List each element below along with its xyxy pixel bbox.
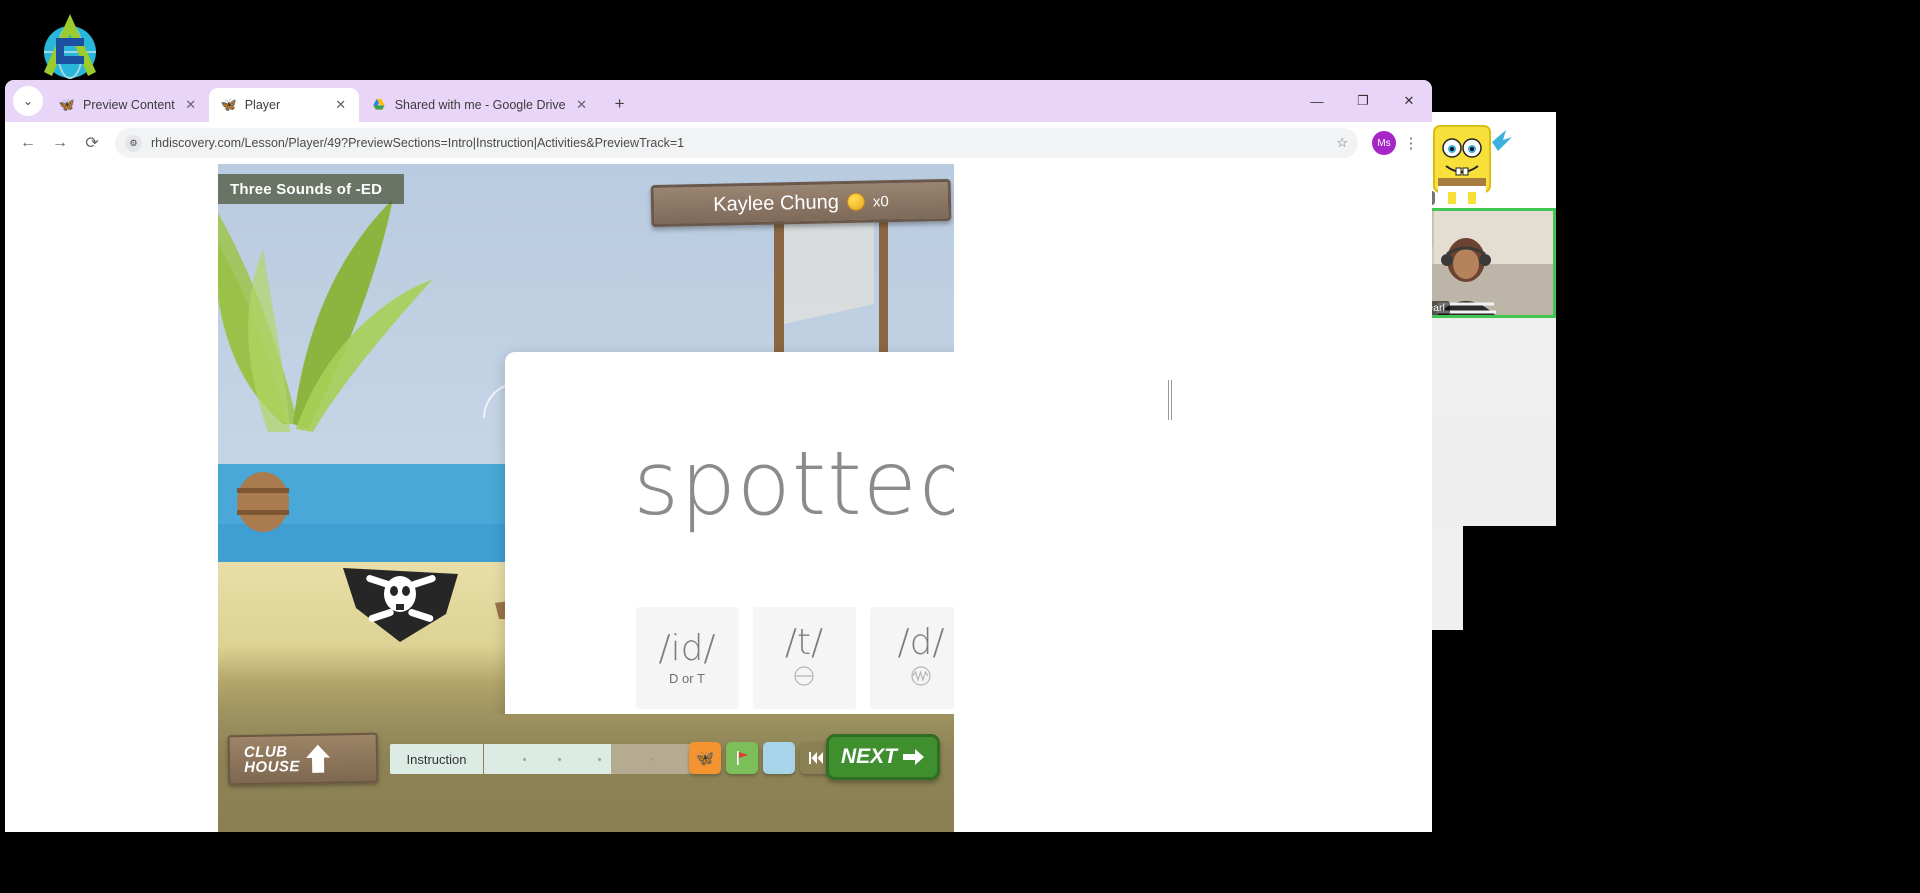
blank-button[interactable] bbox=[763, 742, 795, 774]
screen: ⌄ 🦋 Preview Content ✕ 🦋 Player ✕ Shared … bbox=[0, 0, 1920, 893]
reload-button[interactable]: ⟳ bbox=[77, 128, 107, 158]
coin-count: x0 bbox=[872, 192, 889, 210]
bookmark-star-icon[interactable]: ☆ bbox=[1336, 135, 1348, 151]
page-viewport: Three Sounds of -ED Kaylee Chung x0 spot… bbox=[5, 164, 1432, 832]
clubhouse-button[interactable]: CLUB HOUSE bbox=[227, 732, 379, 786]
tab-title: Preview Content bbox=[83, 98, 175, 112]
maximize-button[interactable]: ❐ bbox=[1340, 80, 1386, 122]
forward-button[interactable]: → bbox=[45, 128, 75, 158]
back-button[interactable]: ← bbox=[13, 128, 43, 158]
arrow-right-icon bbox=[903, 749, 924, 765]
close-icon[interactable]: ✕ bbox=[183, 97, 199, 113]
arrow-up-icon bbox=[305, 744, 330, 773]
close-icon[interactable]: ✕ bbox=[333, 97, 349, 113]
tab-strip: ⌄ 🦋 Preview Content ✕ 🦋 Player ✕ Shared … bbox=[5, 80, 1432, 122]
phoneme-choice-d[interactable]: /d/ bbox=[869, 607, 954, 709]
progress-track[interactable] bbox=[484, 744, 703, 774]
minimize-button[interactable]: — bbox=[1294, 80, 1340, 122]
phoneme-choice-t[interactable]: /t/ bbox=[752, 607, 856, 709]
tab-title: Player bbox=[244, 98, 281, 112]
next-button[interactable]: NEXT bbox=[826, 734, 940, 780]
butterfly-button[interactable]: 🦋 bbox=[689, 742, 721, 774]
window-controls: — ❐ ✕ bbox=[1294, 80, 1432, 122]
progress-dot bbox=[523, 757, 527, 761]
student-nameplate: Kaylee Chung x0 bbox=[650, 178, 952, 228]
lesson-card: spotted /id/ D or T /t/ /d/ bbox=[505, 352, 954, 714]
phoneme-sublabel: D or T bbox=[669, 670, 705, 686]
waveform-circle-icon bbox=[910, 665, 932, 692]
close-window-button[interactable]: ✕ bbox=[1386, 80, 1432, 122]
progress-dot bbox=[558, 757, 562, 761]
lesson-control-bar: CLUB HOUSE Instruction 🦋 NEXT bbox=[218, 714, 954, 832]
browser-toolbar: ← → ⟳ ⚙ rhdiscovery.com/Lesson/Player/49… bbox=[5, 122, 1432, 164]
progress-dot bbox=[597, 757, 601, 761]
pirate-flag-icon bbox=[343, 568, 458, 642]
site-info-icon[interactable]: ⚙ bbox=[125, 134, 142, 152]
lesson-progress-bar[interactable]: Instruction bbox=[390, 744, 703, 774]
phoneme-choice-id[interactable]: /id/ D or T bbox=[635, 607, 739, 709]
barrel-icon bbox=[237, 472, 289, 532]
phoneme-choices: /id/ D or T /t/ /d/ bbox=[505, 607, 954, 709]
tab-search-button[interactable]: ⌄ bbox=[13, 86, 43, 116]
lesson-title: Three Sounds of -ED bbox=[230, 180, 383, 198]
butterfly-icon: 🦋 bbox=[58, 97, 76, 112]
tab-preview-content[interactable]: 🦋 Preview Content ✕ bbox=[47, 88, 209, 122]
browser-window: ⌄ 🦋 Preview Content ✕ 🦋 Player ✕ Shared … bbox=[5, 80, 1432, 832]
tab-google-drive[interactable]: Shared with me - Google Drive ✕ bbox=[359, 88, 600, 122]
close-icon[interactable]: ✕ bbox=[574, 97, 590, 113]
phoneme-label: /t/ bbox=[784, 621, 824, 663]
url-text[interactable]: rhdiscovery.com/Lesson/Player/49?Preview… bbox=[151, 136, 1327, 150]
chevron-down-icon: ⌄ bbox=[22, 94, 34, 108]
section-label: Instruction bbox=[390, 744, 484, 774]
tab-player[interactable]: 🦋 Player ✕ bbox=[208, 88, 359, 122]
student-name: Kaylee Chung bbox=[713, 190, 840, 216]
circle-line-icon bbox=[793, 665, 815, 692]
page-title: Three Sounds of -ED bbox=[218, 174, 405, 204]
desktop-logo-icon bbox=[44, 14, 96, 79]
phoneme-label: /d/ bbox=[897, 621, 945, 663]
coin-icon bbox=[846, 192, 866, 212]
lesson-stage: Three Sounds of -ED Kaylee Chung x0 spot… bbox=[218, 164, 954, 714]
flag-button[interactable] bbox=[726, 742, 758, 774]
google-drive-icon bbox=[371, 97, 387, 113]
butterfly-icon: 🦋 bbox=[220, 97, 237, 112]
new-tab-button[interactable]: + bbox=[606, 90, 634, 118]
target-word: spotted bbox=[633, 432, 954, 535]
phoneme-label: /id/ bbox=[658, 627, 716, 669]
avatar[interactable]: Ms bbox=[1372, 131, 1396, 155]
address-bar[interactable]: ⚙ rhdiscovery.com/Lesson/Player/49?Previ… bbox=[115, 128, 1358, 158]
butterfly-icon: 🦋 bbox=[695, 750, 715, 767]
panel-resize-handle[interactable] bbox=[1168, 380, 1174, 420]
flag-icon bbox=[737, 751, 748, 765]
rewind-icon bbox=[809, 752, 823, 764]
palm-tree-icon bbox=[218, 199, 433, 432]
next-label: NEXT bbox=[840, 745, 897, 768]
clubhouse-label: CLUB HOUSE bbox=[243, 743, 301, 777]
tab-title: Shared with me - Google Drive bbox=[394, 98, 566, 112]
browser-menu-button[interactable]: ⋮ bbox=[1398, 128, 1424, 158]
clubhouse-line2: HOUSE bbox=[243, 758, 301, 777]
